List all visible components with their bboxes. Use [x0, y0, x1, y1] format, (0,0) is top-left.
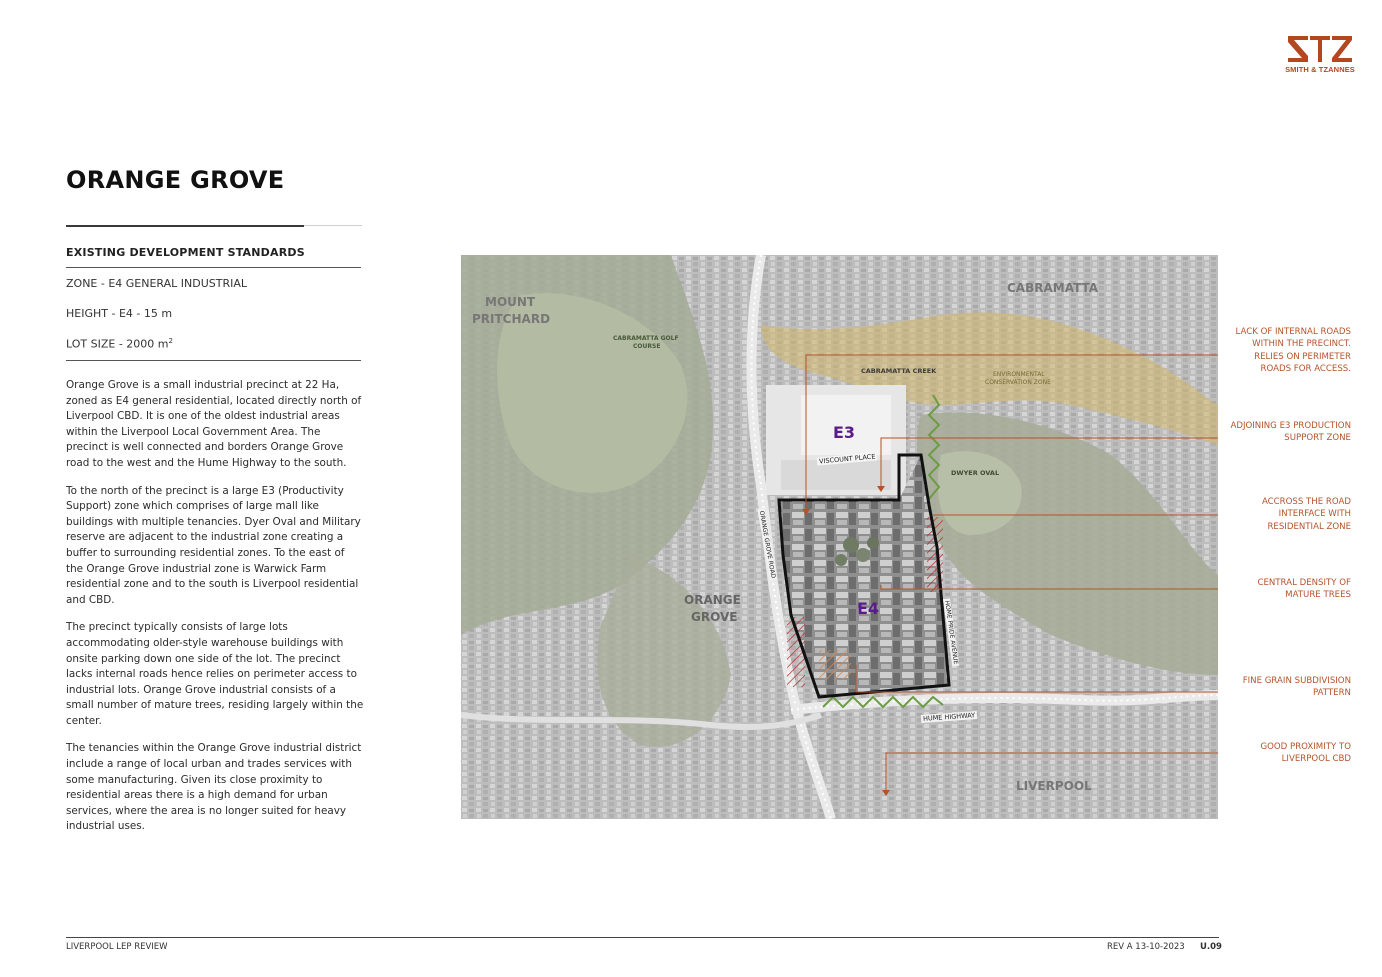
aerial-map: MOUNT PRITCHARD CABRAMATTA CABRAMATTA GO…	[461, 255, 1218, 819]
footer-revision: REV A 13-10-2023	[1107, 942, 1185, 952]
callout-mature-trees: CENTRAL DENSITY OF MATURE TREES	[1257, 578, 1351, 601]
callout-internal-roads: LACK OF INTERNAL ROADS WITHIN THE PRECIN…	[1235, 327, 1352, 375]
divider-accent	[66, 225, 304, 227]
map-label-mount: MOUNT	[485, 295, 536, 309]
callout-e3-zone: ADJOINING E3 PRODUCTION SUPPORT ZONE	[1230, 421, 1351, 444]
map-label-cabramatta: CABRAMATTA	[1007, 281, 1099, 295]
callout-road-interface: ACCROSS THE ROAD INTERFACE WITH RESIDENT…	[1261, 497, 1351, 532]
page-title: ORANGE GROVE	[66, 166, 285, 194]
paragraph: The precinct typically consists of large…	[66, 621, 364, 727]
map-label-grove: GROVE	[691, 610, 738, 624]
map-label-env-zone: ENVIRONMENTAL	[993, 371, 1045, 378]
map-label-env-zone: CONSERVATION ZONE	[985, 379, 1051, 386]
lot-size-standard: LOT SIZE - 2000 m2	[66, 337, 173, 351]
callout-subdivision: FINE GRAIN SUBDIVISION PATTERN	[1242, 676, 1351, 699]
page-number: U.09	[1200, 942, 1222, 952]
paragraph: The tenancies within the Orange Grove in…	[66, 742, 362, 833]
callout-liverpool-cbd: GOOD PROXIMITY TO LIVERPOOL CBD	[1260, 742, 1351, 765]
height-standard: HEIGHT - E4 - 15 m	[66, 307, 173, 320]
map-label-pritchard: PRITCHARD	[472, 312, 551, 326]
map-label-liverpool: LIVERPOOL	[1016, 779, 1092, 793]
zone-label-e3: E3	[833, 423, 856, 442]
map-label-golf-course: COURSE	[633, 343, 661, 350]
description: Orange Grove is a small industrial preci…	[66, 378, 364, 847]
divider	[66, 267, 361, 268]
map-label-orange: ORANGE	[684, 593, 741, 607]
standards-heading: EXISTING DEVELOPMENT STANDARDS	[66, 246, 305, 259]
footer-project: LIVERPOOL LEP REVIEW	[66, 942, 168, 952]
map-label-creek: CABRAMATTA CREEK	[861, 367, 937, 375]
paragraph: Orange Grove is a small industrial preci…	[66, 379, 362, 469]
map-label-golf-course: CABRAMATTA GOLF	[613, 335, 679, 342]
zone-standard: ZONE - E4 GENERAL INDUSTRIAL	[66, 277, 248, 290]
map-label-dwyer-oval: DWYER OVAL	[951, 469, 1000, 477]
footer-divider	[66, 937, 1219, 938]
paragraph: To the north of the precinct is a large …	[66, 484, 361, 606]
divider	[66, 360, 361, 361]
zone-label-e4: E4	[857, 599, 880, 618]
logo-wordmark: SMITH & TZANNES	[1285, 65, 1355, 74]
